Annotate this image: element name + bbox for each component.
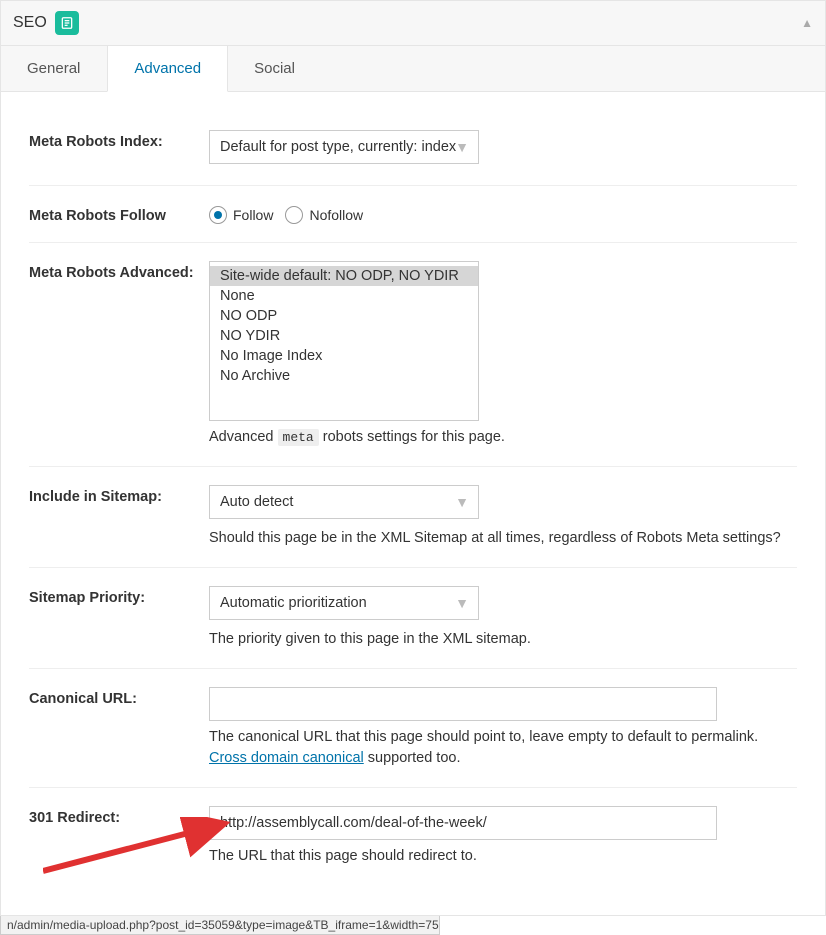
seo-metabox: SEO ▲ General Advanced Social Meta Robot… bbox=[0, 0, 826, 916]
radio-nofollow[interactable]: Nofollow bbox=[285, 206, 363, 224]
tab-panel-advanced: Meta Robots Index: Default for post type… bbox=[1, 92, 825, 915]
input-canonical-url[interactable] bbox=[209, 687, 717, 721]
help-canonical-url: The canonical URL that this page should … bbox=[209, 727, 797, 769]
field-sitemap-priority: Sitemap Priority: Automatic prioritizati… bbox=[29, 568, 797, 669]
metabox-header[interactable]: SEO ▲ bbox=[1, 1, 825, 46]
field-canonical-url: Canonical URL: The canonical URL that th… bbox=[29, 669, 797, 788]
field-301-redirect: 301 Redirect: The URL that this page sho… bbox=[29, 788, 797, 885]
field-include-sitemap: Include in Sitemap: Auto detect ▼ Should… bbox=[29, 467, 797, 568]
tab-advanced[interactable]: Advanced bbox=[107, 46, 228, 92]
field-meta-robots-index: Meta Robots Index: Default for post type… bbox=[29, 112, 797, 186]
input-301-redirect[interactable] bbox=[209, 806, 717, 840]
select-include-sitemap[interactable]: Auto detect ▼ bbox=[209, 485, 479, 519]
metabox-title: SEO bbox=[13, 14, 47, 32]
list-item[interactable]: No Image Index bbox=[210, 346, 478, 366]
radio-nofollow-label: Nofollow bbox=[309, 207, 363, 223]
radio-icon bbox=[209, 206, 227, 224]
label-canonical-url: Canonical URL: bbox=[29, 687, 209, 707]
list-item[interactable]: NO ODP bbox=[210, 306, 478, 326]
radio-group-follow: Follow Nofollow bbox=[209, 204, 797, 224]
help-301-redirect: The URL that this page should redirect t… bbox=[209, 846, 797, 867]
collapse-toggle-icon[interactable]: ▲ bbox=[801, 16, 813, 30]
help-include-sitemap: Should this page be in the XML Sitemap a… bbox=[209, 528, 797, 549]
field-meta-robots-follow: Meta Robots Follow Follow Nofollow bbox=[29, 186, 797, 243]
radio-follow-label: Follow bbox=[233, 207, 273, 223]
link-cross-domain-canonical[interactable]: Cross domain canonical bbox=[209, 750, 364, 766]
tab-bar: General Advanced Social bbox=[1, 46, 825, 92]
label-meta-robots-index: Meta Robots Index: bbox=[29, 130, 209, 150]
seo-logo-icon bbox=[55, 11, 79, 35]
field-meta-robots-advanced: Meta Robots Advanced: Site-wide default:… bbox=[29, 243, 797, 467]
select-sitemap-priority[interactable]: Automatic prioritization ▼ bbox=[209, 586, 479, 620]
list-item[interactable]: None bbox=[210, 286, 478, 306]
radio-icon bbox=[285, 206, 303, 224]
label-meta-robots-follow: Meta Robots Follow bbox=[29, 204, 209, 224]
tab-general[interactable]: General bbox=[1, 46, 107, 91]
help-sitemap-priority: The priority given to this page in the X… bbox=[209, 629, 797, 650]
browser-status-bar: n/admin/media-upload.php?post_id=35059&t… bbox=[0, 916, 440, 935]
multiselect-meta-robots-advanced[interactable]: Site-wide default: NO ODP, NO YDIR None … bbox=[209, 261, 479, 421]
label-sitemap-priority: Sitemap Priority: bbox=[29, 586, 209, 606]
list-item[interactable]: Site-wide default: NO ODP, NO YDIR bbox=[210, 266, 478, 286]
select-meta-robots-index[interactable]: Default for post type, currently: index … bbox=[209, 130, 479, 164]
tab-social[interactable]: Social bbox=[228, 46, 322, 91]
list-item[interactable]: NO YDIR bbox=[210, 326, 478, 346]
label-301-redirect: 301 Redirect: bbox=[29, 806, 209, 826]
label-include-sitemap: Include in Sitemap: bbox=[29, 485, 209, 505]
list-item[interactable]: No Archive bbox=[210, 366, 478, 386]
label-meta-robots-advanced: Meta Robots Advanced: bbox=[29, 261, 209, 281]
radio-follow[interactable]: Follow bbox=[209, 206, 273, 224]
metabox-title-wrap: SEO bbox=[13, 11, 79, 35]
help-meta-robots-advanced: Advanced meta robots settings for this p… bbox=[209, 427, 797, 448]
